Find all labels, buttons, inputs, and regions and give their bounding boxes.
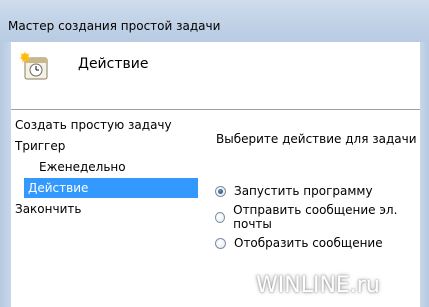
- page-title: Действие: [78, 56, 149, 72]
- option-start-program[interactable]: Запустить программу: [211, 182, 373, 200]
- nav-item-create-task[interactable]: Создать простую задачу: [11, 115, 197, 135]
- option-show-message[interactable]: Отобразить сообщение: [211, 234, 383, 252]
- title-bar[interactable]: Мастер создания простой задачи: [0, 0, 429, 42]
- wizard-header: Действие: [11, 42, 420, 109]
- radio-show-message[interactable]: [215, 237, 226, 249]
- window-title: Мастер создания простой задачи: [8, 19, 221, 33]
- window-frame-left: [0, 42, 11, 307]
- window-frame-right: [420, 42, 429, 307]
- action-prompt: Выберите действие для задачи: [216, 132, 417, 146]
- nav-item-action[interactable]: Действие: [24, 178, 198, 198]
- watermark: WINLINE.ru: [256, 273, 380, 298]
- nav-item-finish[interactable]: Закончить: [11, 199, 197, 219]
- wizard-content: Действие Создать простую задачу Триггер …: [11, 42, 420, 307]
- option-label: Отправить сообщение эл. почты: [233, 203, 398, 231]
- option-send-email[interactable]: Отправить сообщение эл. почты: [211, 203, 420, 231]
- nav-item-weekly[interactable]: Еженедельно: [11, 157, 197, 177]
- nav-item-trigger[interactable]: Триггер: [11, 136, 197, 156]
- radio-send-email[interactable]: [215, 211, 226, 223]
- radio-start-program[interactable]: [215, 185, 226, 197]
- option-label: Запустить программу: [234, 184, 373, 198]
- wizard-steps-nav: Создать простую задачу Триггер Еженедель…: [11, 110, 206, 307]
- task-scheduler-icon: [19, 51, 48, 80]
- option-label: Отобразить сообщение: [234, 236, 383, 250]
